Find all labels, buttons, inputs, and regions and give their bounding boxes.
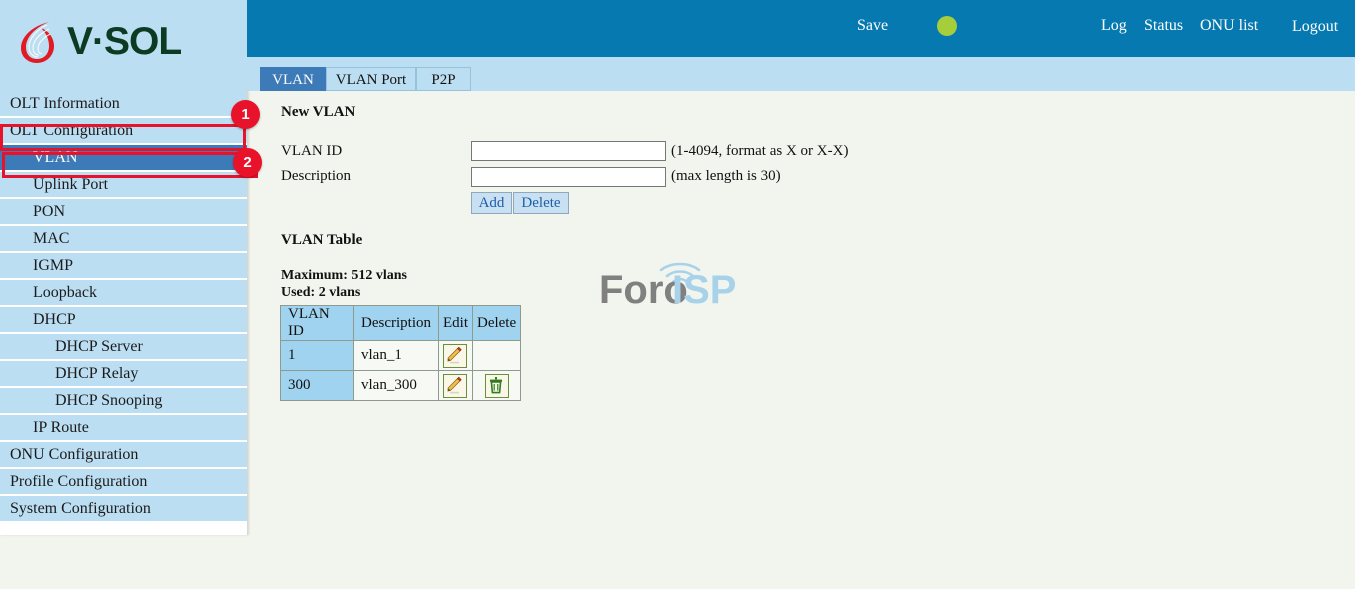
sidebar-item-dhcp[interactable]: DHCP <box>0 307 247 332</box>
cell-description: vlan_300 <box>353 370 439 401</box>
pencil-icon[interactable] <box>443 373 468 398</box>
sidebar-item-igmp[interactable]: IGMP <box>0 253 247 278</box>
sidebar-item-vlan[interactable]: VLAN <box>0 145 247 170</box>
vlan-id-label: VLAN ID <box>281 143 343 159</box>
save-status-indicator-icon <box>937 16 957 36</box>
sidebar-item-system-configuration[interactable]: System Configuration <box>0 496 247 521</box>
sidebar-item-olt-information[interactable]: OLT Information <box>0 91 247 116</box>
brand-logo[interactable]: V·SOL <box>18 19 182 65</box>
vlan-table: VLAN ID Description Edit Delete 1 vlan_1 <box>280 305 522 401</box>
sidebar-item-mac[interactable]: MAC <box>0 226 247 251</box>
sidebar-item-dhcp-snooping[interactable]: DHCP Snooping <box>0 388 247 413</box>
vlan-id-input[interactable] <box>471 141 666 161</box>
status-link[interactable]: Status <box>1144 17 1183 35</box>
description-hint: (max length is 30) <box>671 168 781 184</box>
sidebar-item-pon[interactable]: PON <box>0 199 247 224</box>
cell-delete <box>471 340 522 371</box>
add-button[interactable]: Add <box>471 192 512 214</box>
cell-edit <box>437 370 473 401</box>
column-header-vlan-id: VLAN ID <box>280 305 354 341</box>
description-label: Description <box>281 168 351 184</box>
tab-vlan[interactable]: VLAN <box>260 67 326 91</box>
pencil-icon[interactable] <box>443 343 468 368</box>
table-row: 1 vlan_1 <box>280 340 522 371</box>
tab-vlan-port[interactable]: VLAN Port <box>326 67 416 91</box>
cell-delete <box>471 370 522 401</box>
foroisp-watermark: Foro ISP <box>599 254 759 312</box>
tab-bar: VLAN VLAN Port P2P <box>247 57 1355 91</box>
main-content: New VLAN VLAN ID (1-4094, format as X or… <box>247 91 1355 589</box>
vlan-used-text: Used: 2 vlans <box>281 285 361 300</box>
trash-icon[interactable] <box>484 373 509 398</box>
vlan-table-heading: VLAN Table <box>281 232 363 248</box>
delete-button[interactable]: Delete <box>513 192 569 214</box>
sidebar-item-ip-route[interactable]: IP Route <box>0 415 247 440</box>
table-header-row: VLAN ID Description Edit Delete <box>280 305 522 341</box>
sidebar-item-onu-configuration[interactable]: ONU Configuration <box>0 442 247 467</box>
sidebar-nav: OLT Information OLT Configuration VLAN U… <box>0 91 248 535</box>
vlan-maximum-text: Maximum: 512 vlans <box>281 268 407 283</box>
svg-text:ISP: ISP <box>672 268 736 309</box>
sidebar-item-dhcp-server[interactable]: DHCP Server <box>0 334 247 359</box>
description-input[interactable] <box>471 167 666 187</box>
vlan-id-hint: (1-4094, format as X or X-X) <box>671 143 849 159</box>
logout-link[interactable]: Logout <box>1292 18 1338 36</box>
cell-vlan-id: 1 <box>280 340 354 371</box>
brand-name: V·SOL <box>67 20 182 63</box>
new-vlan-heading: New VLAN <box>281 104 356 120</box>
tab-p2p[interactable]: P2P <box>416 67 471 91</box>
cell-description: vlan_1 <box>353 340 439 371</box>
column-header-delete: Delete <box>471 305 522 341</box>
vsol-flame-icon <box>18 19 60 65</box>
sidebar-item-loopback[interactable]: Loopback <box>0 280 247 305</box>
sidebar-item-dhcp-relay[interactable]: DHCP Relay <box>0 361 247 386</box>
onu-list-link[interactable]: ONU list <box>1200 17 1258 35</box>
header-nav: Save Log Status ONU list Logout <box>247 0 1355 57</box>
logo-area: V·SOL <box>0 0 247 91</box>
log-link[interactable]: Log <box>1101 17 1127 35</box>
sidebar-item-uplink-port[interactable]: Uplink Port <box>0 172 247 197</box>
cell-edit <box>437 340 473 371</box>
svg-text:Foro: Foro <box>599 268 688 309</box>
column-header-description: Description <box>353 305 439 341</box>
cell-vlan-id: 300 <box>280 370 354 401</box>
table-row: 300 vlan_300 <box>280 370 522 401</box>
column-header-edit: Edit <box>437 305 473 341</box>
sidebar-item-olt-configuration[interactable]: OLT Configuration <box>0 118 247 143</box>
save-button[interactable]: Save <box>857 17 888 35</box>
sidebar-item-profile-configuration[interactable]: Profile Configuration <box>0 469 247 494</box>
